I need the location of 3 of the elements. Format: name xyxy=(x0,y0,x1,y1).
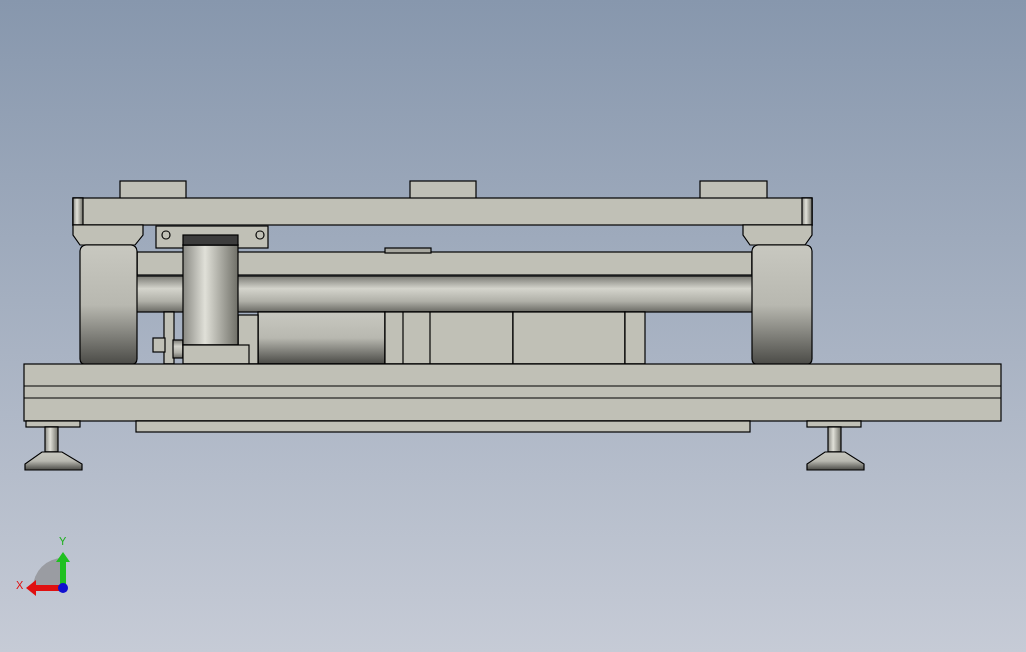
axis-triad-icon xyxy=(26,552,70,596)
x-axis-label: X xyxy=(16,579,24,591)
y-axis-label: Y xyxy=(59,535,67,547)
